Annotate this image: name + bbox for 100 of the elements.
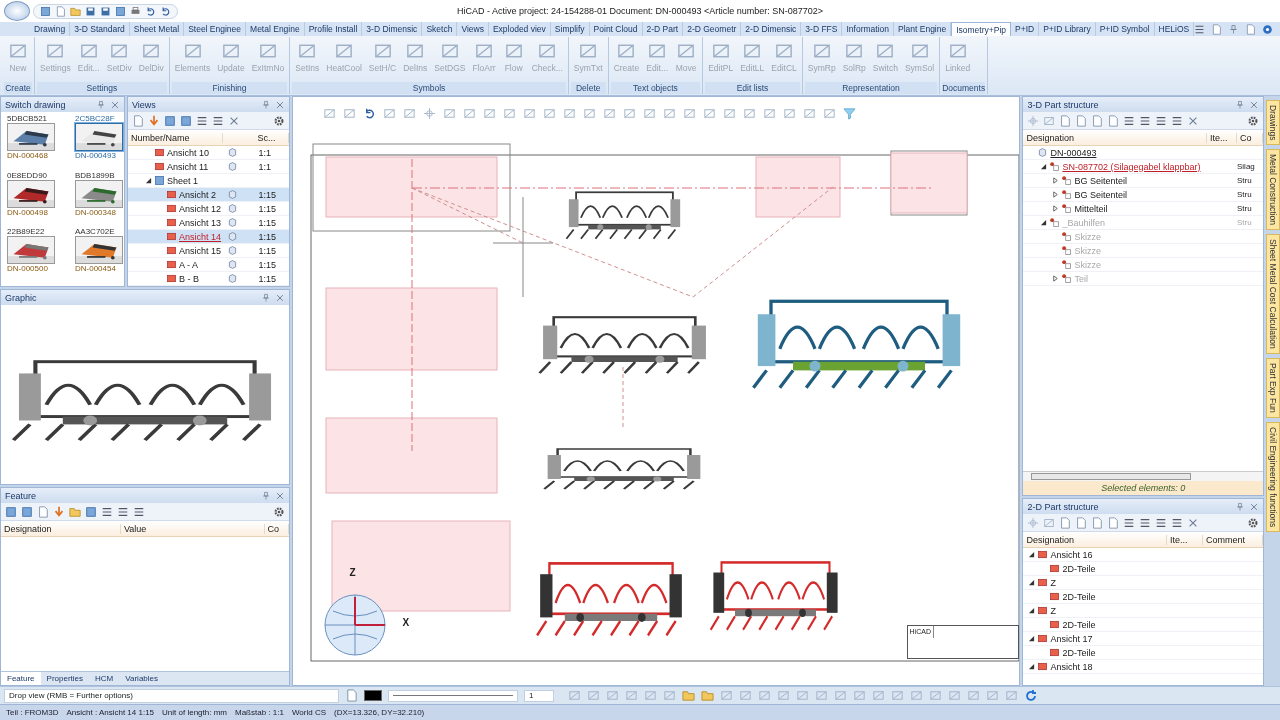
tree-item[interactable]: Ansicht 15 bbox=[179, 245, 222, 256]
doc-icon[interactable] bbox=[1075, 114, 1088, 127]
tree-row[interactable]: 2D-Teile bbox=[1023, 590, 1263, 604]
tree-item[interactable]: Ansicht 12 bbox=[179, 203, 222, 214]
settings-icon[interactable] bbox=[272, 505, 285, 518]
crossed-box-icon[interactable] bbox=[462, 107, 476, 120]
list-icon[interactable] bbox=[1155, 516, 1168, 529]
tree-item[interactable]: Ansicht 16 bbox=[1050, 549, 1093, 560]
square-icon[interactable] bbox=[115, 5, 126, 17]
crossed-box-icon[interactable] bbox=[967, 688, 980, 702]
tree-row[interactable]: 2D-Teile bbox=[1023, 618, 1263, 632]
folder-icon[interactable] bbox=[682, 688, 695, 702]
refresh-icon[interactable] bbox=[1024, 688, 1038, 703]
column-header[interactable]: Sc... bbox=[254, 132, 289, 143]
column-header[interactable]: Co bbox=[264, 523, 289, 534]
expanded-arrow-icon[interactable] bbox=[1039, 163, 1047, 170]
folder-icon[interactable] bbox=[70, 5, 81, 17]
tree-item[interactable]: 2D-Teile bbox=[1062, 563, 1096, 574]
square-icon[interactable] bbox=[40, 5, 51, 17]
doc-icon[interactable] bbox=[1091, 516, 1104, 529]
tree-item[interactable]: Z bbox=[1050, 605, 1056, 616]
tree-row[interactable]: A - A 1:15 bbox=[128, 258, 289, 272]
color-swatch[interactable] bbox=[364, 690, 382, 701]
tree-item[interactable]: Z bbox=[1050, 577, 1056, 588]
tree-row[interactable]: Z bbox=[1023, 604, 1263, 618]
expanded-arrow-icon[interactable] bbox=[1027, 663, 1035, 670]
tree-item[interactable]: 2D-Teile bbox=[1062, 647, 1096, 658]
tree-row[interactable]: Ansicht 14 1:15 bbox=[128, 230, 289, 244]
crossed-box-icon[interactable] bbox=[815, 688, 828, 702]
crosshair-icon[interactable] bbox=[422, 107, 436, 120]
tree-item[interactable]: Ansicht 2 bbox=[179, 189, 217, 200]
list-icon[interactable] bbox=[133, 505, 145, 518]
thumbnail[interactable] bbox=[7, 179, 55, 208]
collapsed-arrow-icon[interactable] bbox=[1051, 205, 1059, 212]
save-icon[interactable] bbox=[100, 5, 111, 17]
doc-icon[interactable] bbox=[37, 505, 49, 518]
crosshair-icon[interactable] bbox=[1027, 114, 1040, 127]
settings-icon[interactable] bbox=[1247, 516, 1259, 529]
crossed-box-icon[interactable] bbox=[642, 107, 656, 120]
doc-icon[interactable] bbox=[1059, 516, 1072, 529]
crossed-box-icon[interactable] bbox=[822, 107, 836, 120]
tree-row[interactable]: 2D-Teile bbox=[1023, 646, 1263, 660]
tree-item[interactable]: Ansicht 11 bbox=[167, 161, 209, 172]
crossed-box-icon[interactable] bbox=[702, 107, 716, 120]
column-header[interactable]: Designation bbox=[1023, 132, 1207, 143]
crossed-box-icon[interactable] bbox=[739, 688, 752, 702]
tree-row[interactable]: Z bbox=[1023, 576, 1263, 590]
column-header[interactable]: Value bbox=[121, 523, 265, 534]
list-icon[interactable] bbox=[1171, 516, 1184, 529]
folder-icon[interactable] bbox=[69, 505, 81, 518]
crossed-box-icon[interactable] bbox=[986, 688, 999, 702]
collapsed-arrow-icon[interactable] bbox=[1051, 191, 1059, 198]
crossed-box-icon[interactable] bbox=[777, 688, 790, 702]
pin-icon[interactable] bbox=[1235, 99, 1245, 110]
crossed-box-icon[interactable] bbox=[948, 688, 961, 702]
application-button[interactable] bbox=[4, 1, 30, 21]
tree-row[interactable]: Ansicht 17 bbox=[1023, 632, 1263, 646]
pin-icon[interactable] bbox=[260, 99, 271, 110]
collapsed-arrow-icon[interactable] bbox=[1051, 177, 1059, 184]
doc-icon[interactable] bbox=[1075, 516, 1088, 529]
tool-icon[interactable] bbox=[1043, 114, 1056, 127]
doc-icon[interactable] bbox=[132, 114, 144, 127]
list-icon[interactable] bbox=[101, 505, 113, 518]
tree-row[interactable]: Ansicht 11 1:1 bbox=[128, 160, 289, 174]
square-icon[interactable] bbox=[85, 505, 97, 518]
tree-row[interactable]: DN-000493 bbox=[1023, 146, 1263, 160]
tree-item[interactable]: Ansicht 10 bbox=[167, 147, 210, 158]
crossed-box-icon[interactable] bbox=[562, 107, 576, 120]
crossed-box-icon[interactable] bbox=[502, 107, 516, 120]
crossed-box-icon[interactable] bbox=[402, 107, 416, 120]
close-icon[interactable] bbox=[110, 99, 120, 110]
tree-row[interactable]: Ansicht 2 1:15 bbox=[128, 188, 289, 202]
undo-icon[interactable] bbox=[160, 5, 171, 17]
tree-row[interactable]: BG Seitenteil Stru bbox=[1023, 188, 1263, 202]
tree-item[interactable]: BG Seitenteil bbox=[1074, 175, 1127, 186]
expanded-arrow-icon[interactable] bbox=[1027, 607, 1035, 614]
expanded-arrow-icon[interactable] bbox=[144, 177, 152, 184]
column-header[interactable]: Designation bbox=[1023, 534, 1167, 545]
tree-item[interactable]: Ansicht 13 bbox=[179, 217, 222, 228]
help-icon[interactable] bbox=[1262, 23, 1274, 35]
crossed-box-icon[interactable] bbox=[644, 688, 657, 702]
pin-icon[interactable] bbox=[260, 490, 271, 501]
square-icon[interactable] bbox=[5, 505, 17, 518]
tree-row[interactable]: B - B 1:15 bbox=[128, 272, 289, 286]
crossed-box-icon[interactable] bbox=[442, 107, 456, 120]
crossed-box-icon[interactable] bbox=[582, 107, 596, 120]
crossed-box-icon[interactable] bbox=[720, 688, 733, 702]
list-icon[interactable] bbox=[1171, 114, 1184, 127]
crossed-box-icon[interactable] bbox=[587, 688, 600, 702]
ribbon-tab[interactable]: Isometry+Pip bbox=[951, 22, 1012, 36]
thumbnail[interactable] bbox=[75, 236, 123, 265]
column-header[interactable]: Ite... bbox=[1167, 534, 1203, 545]
close-icon[interactable] bbox=[274, 99, 285, 110]
thumbnail[interactable] bbox=[75, 179, 123, 208]
panel-tab[interactable]: HCM bbox=[89, 672, 120, 685]
crossed-box-icon[interactable] bbox=[663, 688, 676, 702]
tree-item[interactable]: A - A bbox=[179, 259, 198, 270]
tree-item[interactable]: B - B bbox=[179, 273, 199, 284]
list-icon[interactable] bbox=[1194, 23, 1206, 35]
square-icon[interactable] bbox=[180, 114, 192, 127]
